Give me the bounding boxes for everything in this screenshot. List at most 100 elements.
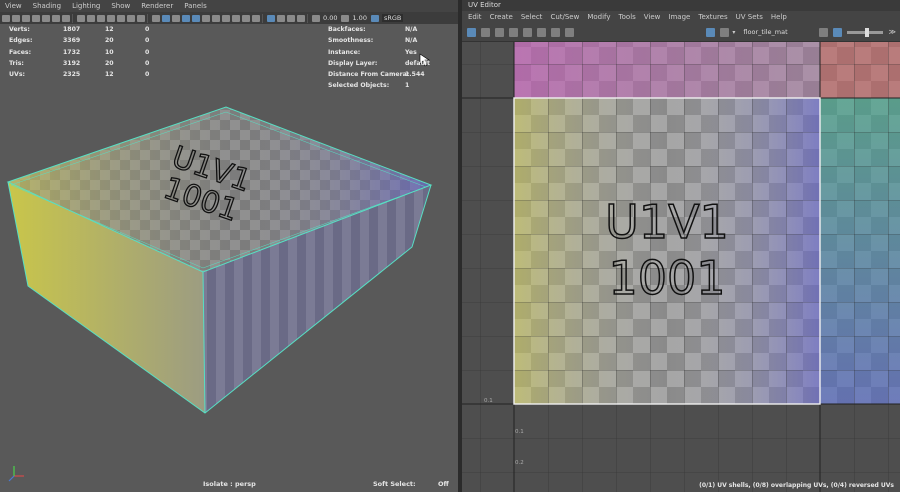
hud-value: N/A [405, 26, 418, 33]
exposure-toggle-icon[interactable] [832, 27, 842, 37]
snapshot-icon[interactable] [565, 27, 574, 37]
toolbar-divider [72, 13, 73, 23]
bookmark-icon[interactable] [22, 14, 30, 22]
isolate-label: Isolate : persp [203, 480, 256, 488]
object-info-hud: Backfaces: N/A Smoothness: N/A Instance: Ye… [328, 24, 430, 92]
uv-distortion-icon[interactable] [495, 27, 504, 37]
chevron-down-icon[interactable]: ▾ [732, 29, 735, 36]
hud-value: 12 [105, 71, 114, 79]
menu-lighting[interactable]: Lighting [72, 2, 100, 10]
menu-shading[interactable]: Shading [33, 2, 61, 10]
exposure-slider[interactable] [846, 27, 883, 37]
hud-value: 1732 [63, 48, 81, 56]
textured-icon[interactable] [192, 14, 200, 22]
soft-select-label: Soft Select: [373, 480, 416, 488]
menu-panels[interactable]: Panels [184, 2, 207, 10]
safe-action-icon[interactable] [127, 14, 135, 22]
checker-toggle-icon[interactable] [537, 27, 546, 37]
dim-image-icon[interactable] [720, 27, 730, 37]
hud-value: 0 [145, 71, 150, 79]
uv-menu-textures[interactable]: Textures [698, 13, 727, 21]
hud-row-display-layer: Display Layer: default [328, 58, 430, 69]
camera-attributes-icon[interactable] [12, 14, 20, 22]
uv-menu-help[interactable]: Help [771, 13, 787, 21]
exposure-icon[interactable] [312, 14, 320, 22]
uv-menu-create[interactable]: Create [490, 13, 513, 21]
grid-toggle-icon[interactable] [467, 27, 476, 37]
hud-value: 0 [145, 26, 150, 33]
gamma-field[interactable]: 1.00 [352, 14, 366, 22]
viewport-menu-bar: View Shading Lighting Show Renderer Pane… [0, 0, 458, 12]
wireframe-on-shaded-icon[interactable] [182, 14, 190, 22]
color-space-dropdown[interactable]: sRGB [381, 14, 404, 22]
xray-components-icon[interactable] [297, 14, 305, 22]
anti-aliasing-icon[interactable] [242, 14, 250, 22]
uv-shading-icon[interactable] [551, 27, 560, 37]
hud-label: Faces: [9, 48, 32, 56]
soft-select-value: Off [438, 480, 449, 488]
uv-editor-panel: UV Editor Edit Create Select Cut/Sew Mod… [462, 0, 900, 492]
hud-row-smoothness: Smoothness: N/A [328, 35, 430, 46]
use-all-lights-icon[interactable] [202, 14, 210, 22]
uv-border-icon[interactable] [509, 27, 518, 37]
uv-menu-image[interactable]: Image [668, 13, 690, 21]
toolbar-divider [147, 13, 148, 23]
hud-value: 0 [145, 37, 150, 45]
hud-value: 1.544 [405, 71, 425, 79]
wireframe-icon[interactable] [152, 14, 160, 22]
uv-menu-cut-sew[interactable]: Cut/Sew [550, 13, 579, 21]
isolate-select-icon[interactable] [267, 14, 275, 22]
uv-menu-edit[interactable]: Edit [468, 13, 482, 21]
display-image-icon[interactable] [706, 27, 716, 37]
default-material-icon[interactable] [172, 14, 180, 22]
resolution-gate-icon[interactable] [97, 14, 105, 22]
gate-mask-icon[interactable] [107, 14, 115, 22]
camera-select-icon[interactable] [2, 14, 10, 22]
gamma-icon[interactable] [341, 14, 350, 22]
uv-menu-uv-sets[interactable]: UV Sets [736, 13, 763, 21]
xray-icon[interactable] [277, 14, 285, 22]
menu-view[interactable]: View [5, 2, 22, 10]
reference-icon[interactable] [42, 14, 50, 22]
shadows-icon[interactable] [212, 14, 220, 22]
smooth-shade-icon[interactable] [162, 14, 170, 22]
uv-menu-modify[interactable]: Modify [587, 13, 610, 21]
film-gate-icon[interactable] [87, 14, 95, 22]
uv-snap-icon[interactable] [523, 27, 532, 37]
color-management-icon[interactable] [370, 14, 379, 22]
pan-zoom-icon[interactable] [52, 14, 60, 22]
tool-settings-icon[interactable]: ≫ [889, 28, 896, 36]
grease-pencil-icon[interactable] [62, 14, 70, 22]
viewport-panel[interactable]: U1V1 1001 View Shading Lighting Show Ren… [0, 0, 458, 492]
uv-editor-titlebar: UV Editor [462, 0, 900, 11]
motion-blur-icon[interactable] [232, 14, 240, 22]
uv-menu-view[interactable]: View [644, 13, 661, 21]
uv-menu-bar: Edit Create Select Cut/Sew Modify Tools … [462, 11, 900, 23]
hud-label: Tris: [9, 59, 24, 67]
menu-show[interactable]: Show [111, 2, 130, 10]
material-selector[interactable]: floor_tile_mat [743, 28, 787, 36]
safe-title-icon[interactable] [137, 14, 145, 22]
depth-of-field-icon[interactable] [252, 14, 260, 22]
uv-menu-select[interactable]: Select [521, 13, 543, 21]
exposure-field[interactable]: 0.00 [323, 14, 337, 22]
uv-tick-label: 0.1 [515, 429, 524, 435]
grid-icon[interactable] [77, 14, 85, 22]
image-ratio-icon[interactable] [818, 27, 828, 37]
uv-texture-label-line1: U1V1 [605, 195, 729, 249]
hud-row-selected-objects: Selected Objects: 1 [328, 80, 430, 91]
screen-space-ao-icon[interactable] [222, 14, 230, 22]
shell-select-icon[interactable] [481, 27, 490, 37]
field-chart-icon[interactable] [117, 14, 125, 22]
menu-renderer[interactable]: Renderer [141, 2, 173, 10]
uv-canvas[interactable]: U1V1 1001 [462, 42, 900, 492]
toolbar-divider [307, 13, 308, 23]
hud-value: N/A [405, 37, 418, 45]
hud-row-edges: Edges: 3369 20 0 [9, 35, 149, 46]
slider-handle[interactable] [864, 27, 869, 37]
hud-label: Display Layer: [328, 59, 378, 67]
uv-menu-tools[interactable]: Tools [619, 13, 636, 21]
image-plane-icon[interactable] [32, 14, 40, 22]
hud-row-distance: Distance From Camera:1.544 [328, 69, 430, 80]
xray-joints-icon[interactable] [287, 14, 295, 22]
